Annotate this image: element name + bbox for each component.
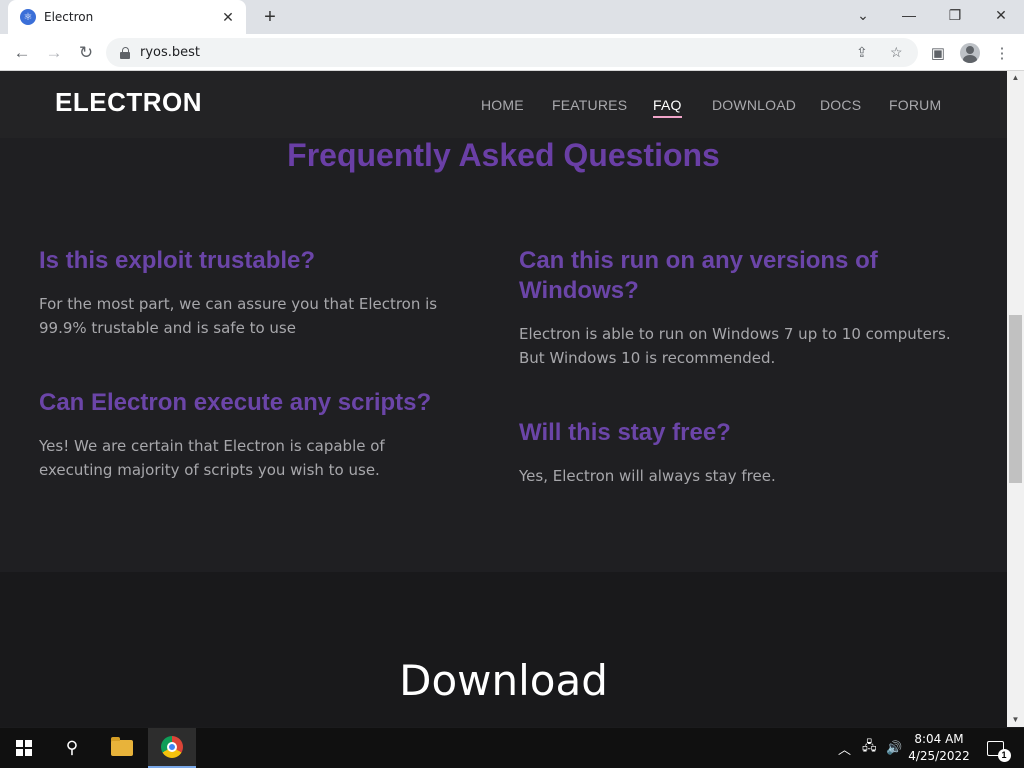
url-text[interactable]: ryos.best (140, 45, 200, 60)
clock-time: 8:04 AM (914, 732, 964, 746)
faq-answer: Electron is able to run on Windows 7 up … (519, 325, 951, 367)
browser-tabbar: ⚛ Electron ✕ + ⌄ — ❐ ✕ (0, 0, 1024, 34)
address-bar[interactable]: ryos.best ⇪ ☆ (106, 38, 918, 67)
page-scrollbar[interactable]: ▲ ▼ (1007, 71, 1024, 727)
scroll-up-arrow-icon[interactable]: ▲ (1007, 71, 1024, 85)
download-heading: Download (399, 656, 608, 705)
faq-question: Can Electron execute any scripts? (39, 389, 432, 416)
reload-icon[interactable]: ↻ (74, 41, 98, 65)
new-tab-button[interactable]: + (258, 6, 282, 28)
chrome-taskbar-icon[interactable] (148, 728, 196, 768)
windows-taskbar: ⚲ ︿ 🖧 🔊 8:04 AM 4/25/2022 1 (0, 728, 1024, 768)
notification-count-badge: 1 (997, 748, 1011, 762)
faq-question: Is this exploit trustable? (39, 247, 316, 274)
nav-link-download[interactable]: DOWNLOAD (712, 97, 796, 113)
restore-button[interactable]: ❐ (932, 0, 978, 30)
web-page: ELECTRON HOME FEATURES FAQ DOWNLOAD DOCS… (0, 71, 1007, 727)
faq-heading: Frequently Asked Questions (287, 137, 720, 173)
profile-icon (960, 43, 980, 63)
close-window-button[interactable]: ✕ (978, 0, 1024, 30)
nav-link-features[interactable]: FEATURES (552, 97, 627, 113)
scrollbar-thumb[interactable] (1009, 315, 1022, 483)
menu-kebab-icon[interactable]: ⋮ (990, 41, 1014, 65)
faq-question: Will this stay free? (519, 419, 731, 446)
profile-avatar[interactable] (958, 41, 982, 65)
windows-logo-icon (16, 740, 32, 756)
browser-tab[interactable]: ⚛ Electron ✕ (8, 0, 246, 34)
minimize-button[interactable]: — (886, 0, 932, 30)
file-explorer-icon[interactable] (98, 728, 146, 768)
start-button[interactable] (0, 728, 48, 768)
clock-date: 4/25/2022 (908, 749, 970, 763)
electron-favicon-icon: ⚛ (20, 9, 36, 25)
tab-title: Electron (44, 10, 94, 24)
faq-answer: Yes, Electron will always stay free. (519, 467, 776, 485)
browser-toolbar: ← → ↻ ryos.best ⇪ ☆ ▣ ⋮ (0, 34, 1024, 71)
nav-link-docs[interactable]: DOCS (820, 97, 861, 113)
download-section: Download (0, 572, 1007, 727)
faq-answer: For the most part, we can assure you tha… (39, 295, 438, 337)
tab-search-chevron-icon[interactable]: ⌄ (840, 0, 886, 30)
faq-answer: Yes! We are certain that Electron is cap… (39, 437, 385, 479)
forward-arrow-icon[interactable]: → (42, 41, 66, 65)
nav-link-forum[interactable]: FORUM (889, 97, 941, 113)
system-clock[interactable]: 8:04 AM 4/25/2022 (904, 731, 974, 765)
share-icon[interactable]: ⇪ (856, 38, 868, 67)
nav-link-faq[interactable]: FAQ (653, 97, 682, 118)
tray-chevron-up-icon[interactable]: ︿ (838, 728, 851, 768)
site-logo[interactable]: ELECTRON (55, 87, 202, 118)
scroll-down-arrow-icon[interactable]: ▼ (1007, 713, 1024, 727)
volume-icon[interactable]: 🔊 (886, 728, 902, 768)
back-arrow-icon[interactable]: ← (10, 41, 34, 65)
lock-icon[interactable] (120, 46, 130, 59)
side-panel-icon[interactable]: ▣ (926, 41, 950, 65)
faq-question: Can this run on any versions of Windows? (519, 247, 878, 304)
tab-close-icon[interactable]: ✕ (220, 9, 236, 26)
bookmark-star-icon[interactable]: ☆ (890, 38, 903, 67)
site-navbar: ELECTRON HOME FEATURES FAQ DOWNLOAD DOCS… (0, 71, 1007, 138)
network-icon[interactable]: 🖧 (862, 728, 877, 768)
notification-center-icon[interactable]: 1 (980, 728, 1011, 768)
nav-link-home[interactable]: HOME (481, 97, 524, 113)
search-icon[interactable]: ⚲ (48, 728, 96, 768)
